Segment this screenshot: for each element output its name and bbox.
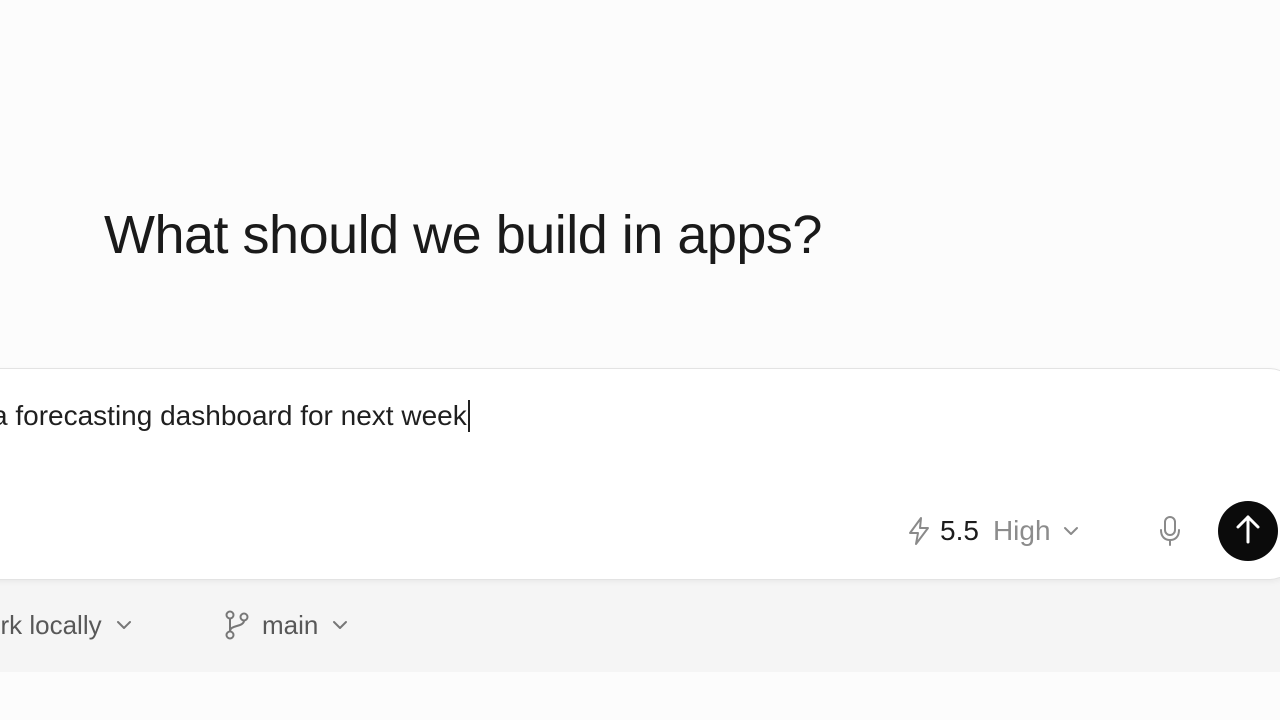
git-branch-icon — [222, 609, 252, 641]
run-location-label: ork locally — [0, 609, 102, 640]
run-location-selector[interactable]: ork locally — [0, 605, 136, 645]
model-effort: High — [992, 515, 1051, 546]
chevron-down-icon — [328, 613, 352, 637]
prompt-input[interactable]: a forecasting dashboard for next week — [0, 400, 470, 432]
model-version: 5.5 — [940, 515, 979, 546]
branch-selector[interactable]: main — [222, 605, 352, 645]
app-page: What should we build in apps? a forecast… — [0, 0, 1280, 720]
send-button[interactable] — [1218, 501, 1278, 561]
microphone-icon[interactable] — [1156, 514, 1184, 548]
branch-label: main — [262, 609, 319, 640]
chevron-down-icon — [112, 613, 136, 637]
text-caret — [467, 400, 470, 432]
composer-footer-area — [0, 578, 1280, 672]
prompt-text: a forecasting dashboard for next week — [0, 400, 467, 431]
bolt-icon — [906, 516, 932, 546]
page-title: What should we build in apps? — [104, 205, 822, 265]
chevron-down-icon — [1059, 519, 1083, 543]
arrow-up-icon — [1233, 512, 1263, 551]
model-selector[interactable]: 5.5 High — [906, 510, 1083, 552]
